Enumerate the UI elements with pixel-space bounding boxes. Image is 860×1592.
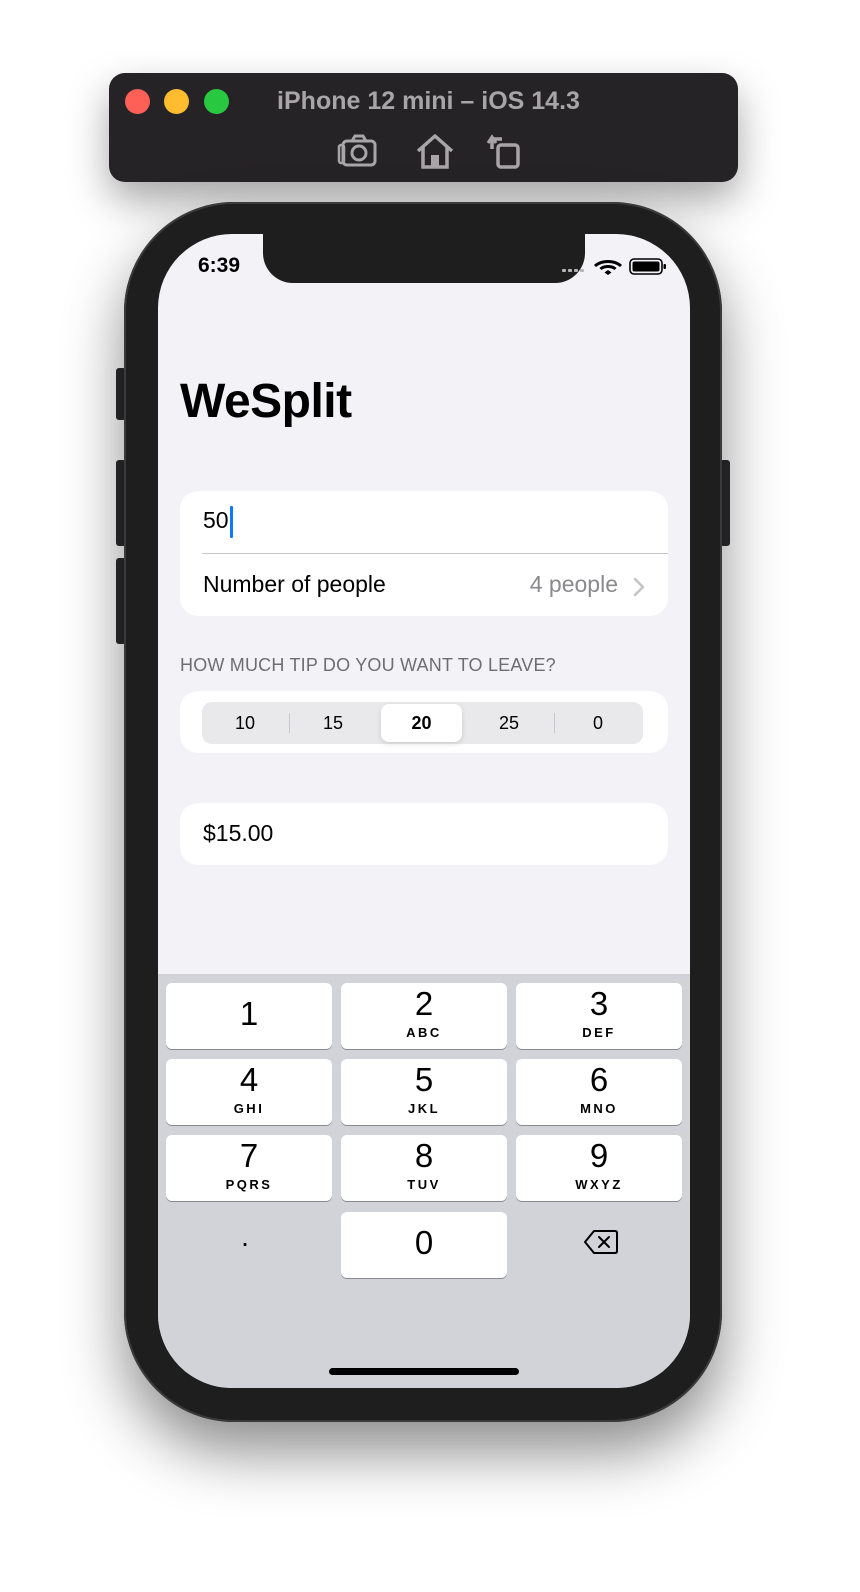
key-2[interactable]: 2 ABC — [341, 983, 507, 1049]
wifi-icon — [594, 260, 622, 275]
status-time: 6:39 — [198, 254, 241, 277]
delete-key[interactable] — [516, 1210, 686, 1276]
key-letters: TUV — [407, 1177, 441, 1192]
key-number: 2 — [414, 985, 434, 1022]
key-number: 1 — [239, 995, 259, 1032]
chevron-right-icon — [633, 577, 645, 597]
tip-section: 10 15 20 25 0 — [180, 691, 668, 753]
notch — [263, 234, 585, 283]
text-cursor — [230, 506, 233, 538]
simulator-title: iPhone 12 mini – iOS 14.3 — [277, 87, 580, 115]
key-number: 6 — [589, 1061, 609, 1098]
key-number: 4 — [239, 1061, 259, 1098]
key-number: 5 — [414, 1061, 434, 1098]
key-number: 9 — [589, 1137, 609, 1174]
signal-icon — [562, 269, 584, 272]
people-value: 4 people — [529, 571, 618, 597]
key-5[interactable]: 5 JKL — [341, 1059, 507, 1125]
key-9[interactable]: 9 WXYZ — [516, 1135, 682, 1201]
key-8[interactable]: 8 TUV — [341, 1135, 507, 1201]
rotate-icon[interactable] — [484, 131, 528, 171]
page-title: WeSplit — [180, 375, 352, 428]
screenshot-icon[interactable] — [337, 131, 381, 171]
battery-icon — [629, 258, 666, 275]
key-letters: WXYZ — [575, 1177, 623, 1192]
key-number: 0 — [414, 1224, 434, 1261]
simulator-title-bar: iPhone 12 mini – iOS 14.3 — [109, 73, 738, 182]
people-label: Number of people — [203, 571, 386, 597]
amount-row[interactable]: 50 — [180, 491, 668, 553]
tip-option-15[interactable]: 15 — [290, 704, 376, 742]
total-section: $15.00 — [180, 803, 668, 865]
tip-option-20[interactable]: 20 — [381, 704, 462, 742]
input-section: 50 Number of people 4 people — [180, 491, 668, 616]
key-letters: JKL — [407, 1101, 441, 1116]
key-number: 3 — [589, 985, 609, 1022]
home-icon[interactable] — [413, 131, 457, 171]
key-letters: ABC — [406, 1025, 442, 1040]
tip-option-25[interactable]: 25 — [466, 704, 552, 742]
phone-screen: 6:39 WeSplit 50 Number of people 4 peopl… — [158, 234, 690, 1388]
people-picker-row[interactable]: Number of people 4 people — [180, 554, 668, 616]
number-pad: 1 2 ABC 3 DEF 4 GHI 5 JKL 6 MNO 7 PQRS 8… — [158, 974, 690, 1388]
status-icons — [560, 256, 670, 276]
key-letters: PQRS — [225, 1177, 273, 1192]
backspace-icon — [584, 1230, 618, 1254]
amount-field[interactable]: 50 — [203, 507, 643, 537]
key-letters: GHI — [233, 1101, 265, 1116]
key-letters: DEF — [582, 1025, 616, 1040]
tip-option-10[interactable]: 10 — [202, 704, 288, 742]
key-4[interactable]: 4 GHI — [166, 1059, 332, 1125]
key-0[interactable]: 0 — [341, 1212, 507, 1278]
key-1[interactable]: 1 — [166, 983, 332, 1049]
total-amount: $15.00 — [203, 820, 274, 846]
key-letters: MNO — [580, 1101, 618, 1116]
key-number: 8 — [414, 1137, 434, 1174]
key-3[interactable]: 3 DEF — [516, 983, 682, 1049]
tip-segmented-control[interactable]: 10 15 20 25 0 — [202, 702, 643, 744]
tip-option-0[interactable]: 0 — [555, 704, 641, 742]
key-number: 7 — [239, 1137, 259, 1174]
tip-section-header: HOW MUCH TIP DO YOU WANT TO LEAVE? — [180, 655, 556, 675]
home-indicator — [329, 1368, 519, 1375]
key-7[interactable]: 7 PQRS — [166, 1135, 332, 1201]
decimal-key[interactable]: . — [160, 1210, 330, 1276]
key-6[interactable]: 6 MNO — [516, 1059, 682, 1125]
